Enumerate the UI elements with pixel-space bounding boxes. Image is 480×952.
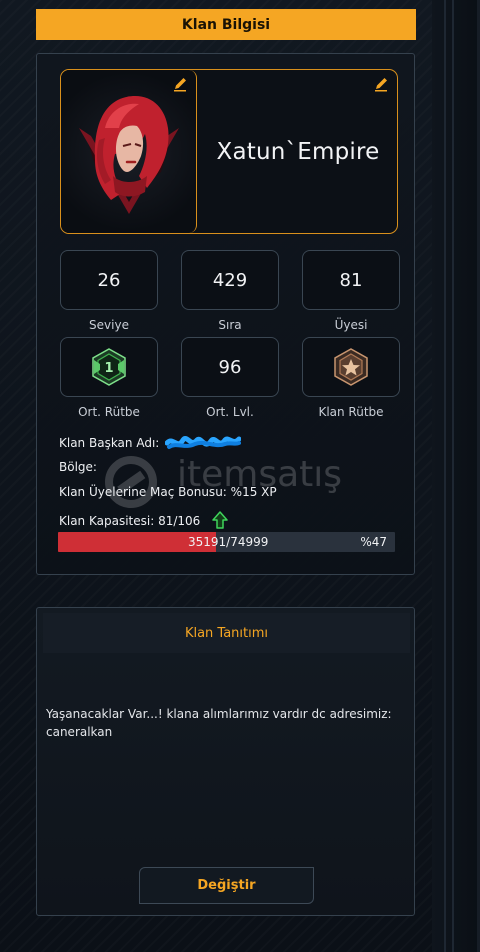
pencil-icon[interactable] (373, 76, 389, 92)
clan-info-panel: Xatun`Empire 26 Seviye 429 Sıra 81 Üyesi… (36, 53, 415, 575)
pencil-icon[interactable] (172, 76, 188, 92)
clan-rank-stat (302, 337, 400, 397)
intro-description: Yaşanacaklar Var...! klana alımlarımız v… (46, 707, 392, 739)
bonus-row: Klan Üyelerine Maç Bonusu: %15 XP (59, 485, 277, 499)
svg-text:1: 1 (104, 361, 113, 376)
right-rail (432, 0, 480, 952)
change-button[interactable]: Değiştir (139, 867, 314, 904)
level-stat: 26 (60, 250, 158, 310)
capacity-value: 81/106 (158, 514, 201, 528)
clan-intro-panel: Klan Tanıtımı Yaşanacaklar Var...! klana… (36, 607, 415, 916)
progress-percent: %47 (360, 535, 387, 549)
clan-identity-card: Xatun`Empire (60, 69, 398, 234)
clan-avatar[interactable] (61, 70, 197, 233)
green-rank-badge-icon: 1 (92, 348, 126, 386)
rail-line (452, 0, 454, 952)
capacity-row: Klan Kapasitesi: 81/106 (59, 511, 228, 529)
clan-name: Xatun`Empire (216, 138, 380, 165)
leader-label: Klan Başkan Adı: (59, 436, 160, 450)
clan-rank-label: Klan Rütbe (318, 405, 384, 419)
rank-stat: 429 (181, 250, 279, 310)
avg-rank-stat: 1 (60, 337, 158, 397)
capacity-progress-bar: 35191/74999 %47 (58, 532, 395, 552)
bronze-star-badge-icon (334, 348, 368, 386)
leader-row: Klan Başkan Adı: (59, 434, 242, 452)
avg-rank-label: Ort. Rütbe (78, 405, 140, 419)
level-label: Seviye (89, 318, 129, 332)
rank-label: Sıra (218, 318, 242, 332)
region-label: Bölge: (59, 460, 97, 474)
rail-line (444, 0, 446, 952)
avg-level-stat: 96 (181, 337, 279, 397)
members-stat: 81 (302, 250, 400, 310)
page-title: Klan Bilgisi (36, 9, 416, 40)
bonus-label: Klan Üyelerine Maç Bonusu: (59, 485, 227, 499)
bonus-value: %15 XP (230, 485, 277, 499)
redacted-scribble (165, 436, 242, 449)
red-haired-woman-emblem-icon (79, 96, 179, 214)
avg-level-label: Ort. Lvl. (206, 405, 254, 419)
capacity-label: Klan Kapasitesi: (59, 514, 155, 528)
members-label: Üyesi (334, 318, 368, 332)
progress-text: 35191/74999 (188, 535, 269, 549)
green-up-arrow-icon[interactable] (212, 511, 228, 529)
intro-title: Klan Tanıtımı (43, 613, 410, 653)
